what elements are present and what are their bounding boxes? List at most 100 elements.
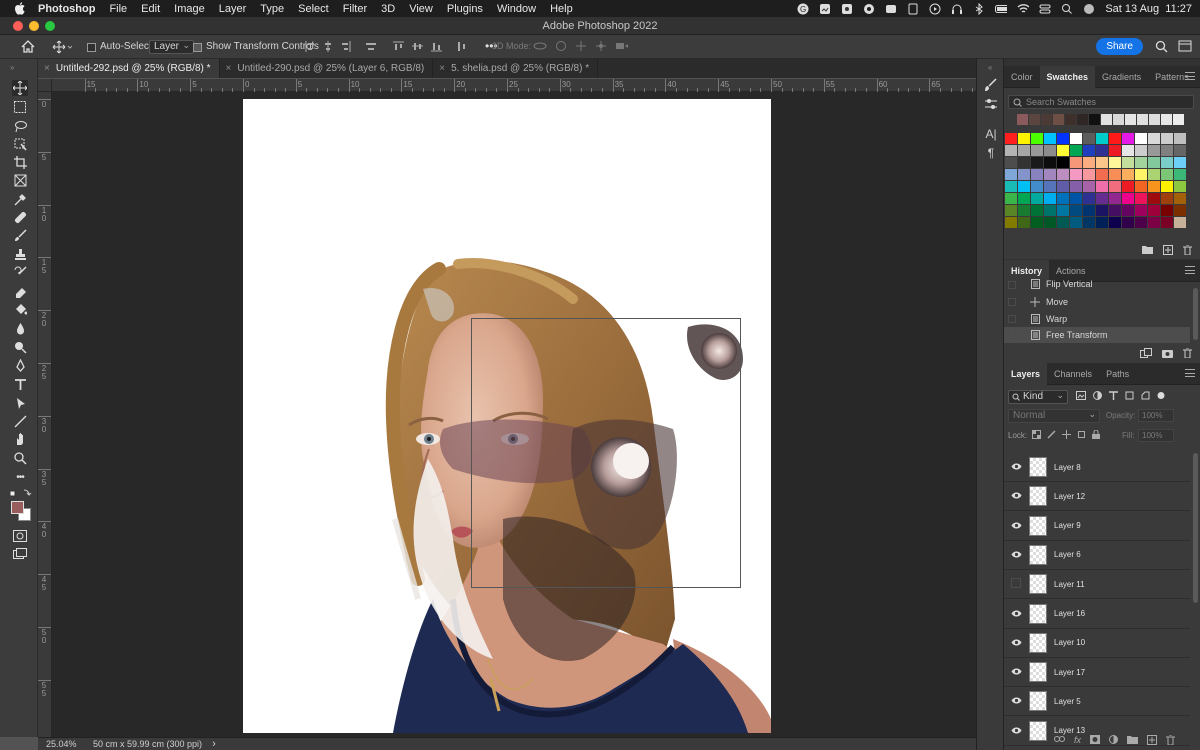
color-swatch[interactable] [1135, 133, 1147, 144]
recent-swatch[interactable] [1089, 114, 1100, 125]
color-swatch[interactable] [1109, 193, 1121, 204]
filter-type-icon[interactable] [1109, 391, 1118, 403]
layer-name[interactable]: Layer 12 [1054, 492, 1085, 501]
3d-scale-icon[interactable] [615, 40, 629, 55]
color-swatch[interactable] [1057, 181, 1069, 192]
image-app-icon[interactable] [819, 3, 831, 15]
layer-row[interactable]: Layer 11 [1004, 570, 1190, 600]
color-swatch[interactable] [1135, 181, 1147, 192]
play-circle-icon[interactable] [929, 3, 941, 15]
color-swatch[interactable] [1070, 169, 1082, 180]
align-top-icon[interactable] [393, 41, 404, 55]
panel-menu-icon[interactable] [1185, 266, 1195, 274]
menu-image[interactable]: Image [167, 3, 212, 15]
layer-name[interactable]: Layer 11 [1054, 580, 1085, 589]
visibility-eye-icon[interactable] [1007, 491, 1025, 501]
color-swatch[interactable] [1109, 217, 1121, 228]
line-tool-icon[interactable] [12, 413, 28, 429]
color-swatch[interactable] [1109, 145, 1121, 156]
color-swatch[interactable] [1148, 193, 1160, 204]
color-swatch[interactable] [1070, 181, 1082, 192]
adjustments-icon[interactable] [983, 96, 999, 112]
color-swatch[interactable] [1096, 181, 1108, 192]
color-swatch[interactable] [1070, 133, 1082, 144]
tab-layers[interactable]: Layers [1004, 362, 1048, 385]
layer-thumbnail[interactable] [1029, 515, 1047, 536]
color-swatch[interactable] [1083, 181, 1095, 192]
type-tool-icon[interactable] [12, 376, 28, 392]
clone-stamp-tool-icon[interactable] [12, 246, 28, 262]
color-swatch[interactable] [1083, 193, 1095, 204]
frame-tool-icon[interactable] [12, 172, 28, 188]
color-swatch[interactable] [1018, 181, 1030, 192]
align-bottom-icon[interactable] [431, 41, 442, 55]
recent-swatch[interactable] [1173, 114, 1184, 125]
ruler-origin[interactable] [38, 79, 52, 92]
layer-filter-kind-dropdown[interactable]: Kind [1008, 389, 1068, 404]
color-swatch[interactable] [1044, 145, 1056, 156]
color-swatch[interactable] [1161, 205, 1173, 216]
color-swatch[interactable] [1005, 193, 1017, 204]
visibility-eye-icon[interactable] [1007, 638, 1025, 648]
color-swatch[interactable] [1148, 217, 1160, 228]
color-swatch[interactable] [1122, 157, 1134, 168]
visibility-eye-icon[interactable] [1007, 462, 1025, 472]
recent-swatch[interactable] [1101, 114, 1112, 125]
color-swatch[interactable] [1005, 133, 1017, 144]
zoom-tool-icon[interactable] [12, 450, 28, 466]
color-swatch[interactable] [1096, 193, 1108, 204]
zoom-level[interactable]: 25.04% [46, 739, 86, 749]
color-swatch[interactable] [1018, 169, 1030, 180]
color-swatch[interactable] [1135, 145, 1147, 156]
tab-channels[interactable]: Channels [1047, 363, 1099, 385]
layer-thumbnail[interactable] [1029, 603, 1047, 624]
character-panel-icon[interactable]: A| [983, 126, 999, 142]
history-scrollbar[interactable] [1193, 288, 1198, 340]
color-swatch[interactable] [1109, 205, 1121, 216]
color-swatch[interactable] [1005, 217, 1017, 228]
color-swatch[interactable] [1057, 169, 1069, 180]
recent-swatch[interactable] [1113, 114, 1124, 125]
delete-icon[interactable] [1166, 734, 1176, 747]
document-info[interactable]: 50 cm x 59.99 cm (300 ppi) [93, 739, 202, 749]
visibility-eye-icon[interactable] [1007, 667, 1025, 677]
new-group-folder-icon[interactable] [1142, 245, 1153, 258]
menu-edit[interactable]: Edit [134, 3, 167, 15]
layer-thumbnail[interactable] [1029, 486, 1047, 507]
lock-image-icon[interactable] [1047, 430, 1056, 441]
recent-swatch[interactable] [1161, 114, 1172, 125]
color-swatch[interactable] [1174, 157, 1186, 168]
color-swatch[interactable] [1174, 217, 1186, 228]
doc-tab-shelia[interactable]: × 5. shelia.psd @ 25% (RGB/8) * [433, 59, 599, 78]
menu-file[interactable]: File [102, 3, 134, 15]
color-swatch[interactable] [1044, 205, 1056, 216]
adjustment-layer-icon[interactable] [1109, 735, 1119, 747]
menu-app-name[interactable]: Photoshop [36, 3, 102, 15]
layer-thumbnail[interactable] [1029, 720, 1047, 741]
visibility-hidden-icon[interactable] [1007, 578, 1025, 590]
horizontal-ruler[interactable]: 15 10 5 0 5 10 15 20 25 30 35 40 45 50 55 60 65 [52, 79, 976, 92]
color-swatch[interactable] [1070, 157, 1082, 168]
color-swatch[interactable] [1122, 217, 1134, 228]
history-item-active[interactable]: Free Transform [1004, 327, 1190, 343]
color-swatch[interactable] [1161, 169, 1173, 180]
history-checkbox[interactable] [1008, 315, 1016, 323]
auto-select-dropdown[interactable]: Layer [149, 39, 195, 54]
history-checkbox[interactable] [1008, 281, 1016, 289]
3d-drag-icon[interactable] [575, 40, 587, 55]
menu-help[interactable]: Help [543, 3, 580, 15]
color-swatch[interactable] [1070, 193, 1082, 204]
color-swatch[interactable] [1070, 217, 1082, 228]
layer-thumbnail[interactable] [1029, 574, 1047, 595]
close-icon[interactable]: × [226, 59, 232, 78]
menu-filter[interactable]: Filter [336, 3, 374, 15]
history-item[interactable]: Move [1004, 294, 1190, 310]
opacity-input[interactable]: 100% [1138, 409, 1174, 422]
color-swatch[interactable] [1096, 169, 1108, 180]
layer-name[interactable]: Layer 13 [1054, 726, 1085, 735]
color-swatch[interactable] [1122, 133, 1134, 144]
move-tool-preset-icon[interactable] [52, 40, 74, 57]
color-swatch[interactable] [1057, 145, 1069, 156]
color-swatch[interactable] [1161, 157, 1173, 168]
color-swatch[interactable] [1109, 169, 1121, 180]
